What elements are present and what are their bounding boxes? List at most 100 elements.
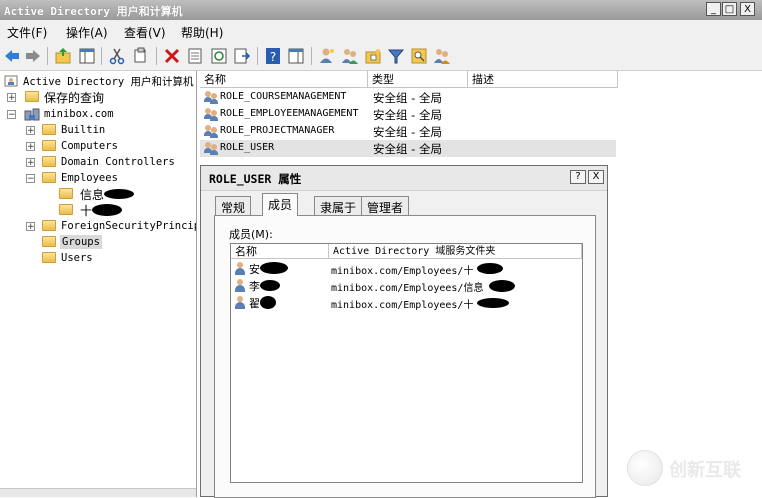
tree-domain-controllers[interactable]: + Domain Controllers (4, 154, 194, 170)
folder-icon (42, 140, 56, 151)
member-name: 翟 (249, 297, 260, 310)
tree-employees-sub2[interactable]: 十 (4, 202, 194, 218)
tree-label-selected: Groups (60, 235, 102, 249)
tree-builtin[interactable]: + Builtin (4, 122, 194, 138)
redaction-mark (477, 263, 503, 274)
tree-saved-queries[interactable]: + 保存的查询 (4, 89, 194, 105)
tab-members[interactable]: 成员 (262, 193, 299, 216)
watermark-text: 创新互联 (669, 460, 741, 481)
ou-folder-icon (42, 172, 56, 183)
filter-icon[interactable] (387, 47, 405, 65)
group-type: 安全组 - 全局 (373, 91, 442, 105)
members-column-name[interactable]: 名称 (231, 244, 329, 259)
tree-label: ForeignSecurityPrincip (61, 220, 197, 232)
add-to-group-icon[interactable] (433, 47, 451, 65)
close-button[interactable]: X (740, 2, 755, 16)
dialog-title: ROLE_USER 属性 (209, 172, 302, 186)
members-column-folder[interactable]: Active Directory 域服务文件夹 (329, 244, 582, 259)
members-label: 成员(M): (229, 228, 273, 241)
member-name: 安 (249, 263, 260, 276)
tree-employees[interactable]: − Employees (4, 170, 194, 186)
member-folder: minibox.com/Employees/信息 (331, 283, 484, 294)
ou-folder-icon (59, 204, 73, 215)
ou-folder-icon (42, 236, 56, 247)
back-arrow-icon[interactable] (3, 47, 21, 65)
expand-icon[interactable]: + (26, 126, 35, 136)
tree-root-label: Active Directory 用户和计算机 (23, 76, 194, 88)
tab-member-of[interactable]: 隶属于 (314, 196, 363, 215)
list-row[interactable]: ROLE_PROJECTMANAGER 安全组 - 全局 (200, 123, 616, 140)
svg-text:?: ? (270, 50, 276, 64)
ou-folder-icon (42, 156, 56, 167)
tree-computers[interactable]: + Computers (4, 138, 194, 154)
tab-general[interactable]: 常规 (215, 196, 252, 215)
tab-managed-by[interactable]: 管理者 (361, 196, 410, 215)
watermark-circle-icon (627, 450, 663, 486)
column-header-name[interactable]: 名称 (200, 71, 368, 88)
show-action-pane-icon[interactable] (287, 47, 305, 65)
menu-file[interactable]: 文件(F) (7, 24, 47, 41)
folder-icon (42, 124, 56, 135)
maximize-button[interactable]: □ (722, 2, 737, 16)
copy-icon[interactable] (132, 47, 150, 65)
collapse-icon[interactable]: − (26, 174, 35, 184)
tree-label: minibox.com (44, 108, 114, 120)
forward-arrow-icon[interactable] (24, 47, 42, 65)
window-title: Active Directory 用户和计算机 (4, 5, 183, 18)
group-name: ROLE_PROJECTMANAGER (220, 125, 335, 136)
dialog-help-button[interactable]: ? (570, 170, 586, 184)
minimize-button[interactable]: _ (706, 2, 721, 16)
tree-employees-sub1[interactable]: 信息 (4, 186, 194, 202)
watermark-logo: 创新互联 (625, 446, 755, 490)
menu-help[interactable]: 帮助(H) (181, 24, 223, 41)
new-user-icon[interactable] (318, 47, 336, 65)
folder-icon (42, 220, 56, 231)
list-row-selected[interactable]: ROLE_USER 安全组 - 全局 (200, 140, 616, 157)
member-row[interactable]: 安 minibox.com/Employees/十 (231, 260, 581, 277)
tree-domain[interactable]: − minibox.com (4, 106, 194, 122)
tree-groups[interactable]: Groups (4, 234, 194, 250)
expand-icon[interactable]: + (26, 222, 35, 232)
members-tab-panel: 成员(M): 名称 Active Directory 域服务文件夹 安 mini… (214, 215, 596, 498)
collapse-icon[interactable]: − (7, 110, 16, 120)
expand-icon[interactable]: + (26, 158, 35, 168)
show-console-tree-icon[interactable] (78, 47, 96, 65)
member-row[interactable]: 李 minibox.com/Employees/信息 (231, 277, 581, 294)
list-row[interactable]: ROLE_EMPLOYEEMANAGEMENT 安全组 - 全局 (200, 106, 616, 123)
redaction-mark (260, 262, 288, 274)
tree-label: 十 (80, 204, 93, 218)
new-ou-icon[interactable] (364, 47, 382, 65)
group-type: 安全组 - 全局 (373, 125, 442, 139)
column-header-description[interactable]: 描述 (468, 71, 618, 88)
expand-icon[interactable]: + (26, 142, 35, 152)
group-name: ROLE_USER (220, 142, 275, 153)
dialog-close-button[interactable]: X (588, 170, 604, 184)
redaction-mark (260, 280, 280, 291)
up-folder-icon[interactable] (54, 47, 72, 65)
list-row[interactable]: ROLE_COURSEMANAGEMENT 安全组 - 全局 (200, 89, 616, 106)
tree-users[interactable]: Users (4, 250, 194, 266)
tree-foreign-security-principals[interactable]: + ForeignSecurityPrincip (4, 218, 197, 234)
tree-label: Computers (61, 140, 118, 152)
delete-icon[interactable] (163, 47, 181, 65)
help-icon[interactable]: ? (264, 47, 282, 65)
redaction-mark (104, 189, 134, 199)
export-list-icon[interactable] (233, 47, 251, 65)
column-header-type[interactable]: 类型 (368, 71, 468, 88)
member-row[interactable]: 翟 minibox.com/Employees/十 (231, 294, 581, 311)
new-group-icon[interactable] (341, 47, 359, 65)
find-icon[interactable] (410, 47, 428, 65)
refresh-icon[interactable] (210, 47, 228, 65)
properties-icon[interactable] (186, 47, 204, 65)
tree-horizontal-scrollbar[interactable] (0, 488, 196, 497)
group-name: ROLE_COURSEMANAGEMENT (220, 91, 347, 102)
tree-label: Builtin (61, 124, 106, 136)
tree-root[interactable]: Active Directory 用户和计算机 (4, 73, 194, 89)
menu-view[interactable]: 查看(V) (124, 24, 166, 41)
cut-icon[interactable] (108, 47, 126, 65)
expand-icon[interactable]: + (7, 93, 16, 103)
members-list[interactable]: 名称 Active Directory 域服务文件夹 安 minibox.com… (230, 243, 583, 483)
dialog-title-bar: ROLE_USER 属性 ? X (201, 166, 607, 191)
menu-action[interactable]: 操作(A) (66, 24, 108, 41)
properties-dialog: ROLE_USER 属性 ? X 常规 成员 隶属于 管理者 成员(M): 名称… (200, 165, 608, 498)
